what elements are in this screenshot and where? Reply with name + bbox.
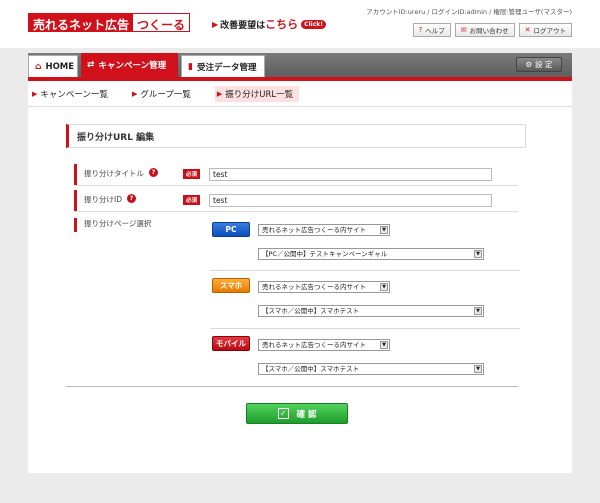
title-label: 振り分けタイトル	[84, 169, 144, 178]
triangle-right-icon: ▶	[32, 89, 38, 98]
feedback-prefix: 改善要望は	[220, 20, 266, 31]
utility-buttons: ? ヘルプ ✉ お問い合わせ ✕ ログアウト	[412, 23, 572, 37]
contact-label: お問い合わせ	[469, 27, 509, 35]
subnav-campaign-list[interactable]: ▶ キャンペーン一覧	[32, 86, 108, 102]
sp-site-value: 売れるネット広告つくーる内サイト	[262, 283, 366, 291]
title-row: 振り分けタイトル ? 必須 test	[74, 164, 518, 186]
id-row: 振り分けID ? 必須 test	[74, 190, 518, 212]
divider	[210, 328, 520, 329]
required-badge: 必須	[183, 169, 201, 179]
document-icon: ▮	[188, 61, 193, 72]
id-label: 振り分けID	[84, 195, 122, 204]
subnav-redirect-url-list[interactable]: ▶ 振り分けURL一覧	[214, 85, 300, 102]
title-label-wrap: 振り分けタイトル ?	[74, 164, 158, 185]
id-label-wrap: 振り分けID ?	[74, 190, 136, 211]
help-icon[interactable]: ?	[127, 194, 136, 203]
chevron-down-icon: ▼	[474, 307, 482, 315]
refresh-icon: ⇄	[87, 60, 95, 70]
account-info: アカウントID:ureru / ログインID:admin / 権限:管理ユーザ(…	[366, 8, 572, 16]
settings-label: 設 定	[535, 60, 553, 69]
form-bottom-divider	[66, 386, 518, 387]
mobile-page-value: 【スマホ／公開中】スマホテスト	[262, 365, 360, 373]
tab-home[interactable]: ⌂ HOME	[28, 55, 78, 77]
logout-button[interactable]: ✕ ログアウト	[518, 23, 572, 37]
section-title: 振り分けURL 編集	[66, 124, 526, 148]
chevron-down-icon: ▼	[380, 283, 388, 291]
tab-order-label: 受注データ管理	[196, 62, 257, 73]
pc-device-badge: PC	[212, 222, 250, 237]
required-badge: 必須	[183, 195, 201, 205]
sub-nav: ▶ キャンペーン一覧 ▶ グループ一覧 ▶ 振り分けURL一覧	[28, 81, 572, 107]
arrow-icon: ▶	[212, 19, 219, 29]
subnav-label: キャンペーン一覧	[40, 89, 108, 100]
subnav-label: 振り分けURL一覧	[225, 89, 294, 100]
page-select-label: 振り分けページ選択	[84, 219, 152, 228]
id-input[interactable]: test	[209, 194, 492, 207]
top-header: 売れるネット広告 つくーる ▶ 改善要望は こちら Click! アカウントID…	[0, 0, 600, 48]
home-icon: ⌂	[35, 61, 42, 72]
feedback-link[interactable]: ▶ 改善要望は こちら Click!	[212, 16, 326, 32]
gear-icon: ⚙	[525, 60, 533, 69]
chevron-down-icon: ▼	[474, 365, 482, 373]
click-badge: Click!	[301, 19, 326, 29]
triangle-right-icon: ▶	[216, 89, 223, 98]
smartphone-device-badge: スマホ	[212, 278, 250, 293]
divider	[210, 270, 520, 271]
help-label: ヘルプ	[425, 27, 445, 35]
contact-button[interactable]: ✉ お問い合わせ	[454, 23, 515, 37]
confirm-button[interactable]: ✓ 確 認	[246, 403, 348, 424]
chevron-down-icon: ▼	[380, 341, 388, 349]
pc-site-select[interactable]: 売れるネット広告つくーる内サイト ▼	[258, 224, 390, 236]
page-select-row: 振り分けページ選択 PC 売れるネット広告つくーる内サイト ▼ 【PC／公開中】テ…	[74, 218, 520, 386]
tab-home-label: HOME	[45, 61, 75, 72]
chevron-down-icon: ▼	[474, 250, 482, 258]
chevron-down-icon: ▼	[380, 226, 388, 234]
subnav-label: グループ一覧	[140, 89, 191, 100]
triangle-right-icon: ▶	[131, 89, 138, 98]
logout-label: ログアウト	[533, 27, 567, 35]
tab-campaign[interactable]: ⇄ キャンペーン管理	[81, 53, 178, 77]
settings-button[interactable]: ⚙ 設 定	[516, 57, 562, 72]
mail-icon: ✉	[460, 26, 467, 34]
help-button[interactable]: ? ヘルプ	[412, 23, 451, 37]
logo-sub: つくーる	[133, 14, 190, 32]
pc-site-value: 売れるネット広告つくーる内サイト	[262, 226, 366, 234]
page-label-wrap: 振り分けページ選択	[74, 218, 151, 232]
feedback-here-link[interactable]: こちら	[265, 16, 298, 32]
check-icon: ✓	[277, 408, 289, 419]
tab-campaign-label: キャンペーン管理	[98, 61, 167, 71]
logo-main: 売れるネット広告	[29, 14, 134, 32]
confirm-label: 確 認	[296, 409, 317, 420]
title-input[interactable]: test	[209, 168, 492, 181]
close-icon: ✕	[524, 26, 531, 34]
question-icon: ?	[418, 26, 423, 34]
mobile-site-select[interactable]: 売れるネット広告つくーる内サイト ▼	[258, 339, 390, 351]
main-nav: ⌂ HOME ⇄ キャンペーン管理 ▮ 受注データ管理	[28, 53, 265, 77]
mobile-site-value: 売れるネット広告つくーる内サイト	[262, 341, 366, 349]
sp-site-select[interactable]: 売れるネット広告つくーる内サイト ▼	[258, 281, 390, 293]
mobile-device-badge: モバイル	[212, 336, 250, 351]
pc-page-value: 【PC／公開中】テストキャンペーンギャル	[262, 250, 388, 258]
pc-page-select[interactable]: 【PC／公開中】テストキャンペーンギャル ▼	[258, 248, 484, 260]
app-logo[interactable]: 売れるネット広告 つくーる	[28, 13, 191, 32]
tab-order-data[interactable]: ▮ 受注データ管理	[181, 55, 265, 77]
sp-page-value: 【スマホ／公開中】スマホテスト	[262, 307, 360, 315]
help-icon[interactable]: ?	[149, 168, 158, 177]
sp-page-select[interactable]: 【スマホ／公開中】スマホテスト ▼	[258, 305, 484, 317]
subnav-group-list[interactable]: ▶ グループ一覧	[132, 86, 191, 102]
mobile-page-select[interactable]: 【スマホ／公開中】スマホテスト ▼	[258, 363, 484, 375]
